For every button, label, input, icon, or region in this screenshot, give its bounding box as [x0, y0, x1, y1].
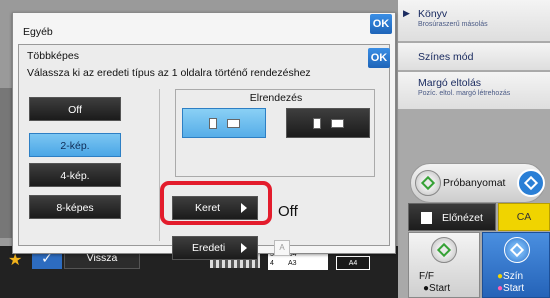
layout-landscape-button[interactable] — [286, 108, 370, 138]
start-diamond-icon — [431, 237, 457, 263]
option-off[interactable]: Off — [29, 97, 121, 121]
arrow-right-icon — [241, 243, 247, 253]
page-icon — [331, 119, 344, 128]
right-item-label: Margó eltolás — [418, 77, 482, 89]
right-item-sub: Brosúraszerű másolás — [418, 21, 488, 28]
right-item-color-mode[interactable]: Színes mód — [398, 43, 550, 71]
arrow-right-icon — [241, 203, 247, 213]
layout-group: Elrendezés — [175, 89, 375, 177]
document-icon — [421, 212, 432, 224]
bw-start-line1: F/F — [419, 271, 434, 282]
page-icon — [313, 118, 321, 129]
right-item-sub: Pozíc. eltol. margó létrehozás — [418, 90, 511, 97]
right-item-label: Könyv — [418, 8, 448, 20]
original-button[interactable]: Eredeti — [172, 236, 258, 260]
original-orientation-icon: A — [274, 240, 290, 256]
option-8-up[interactable]: 8-képes — [29, 195, 121, 219]
color-start-button[interactable]: ●Szín ●Start — [482, 232, 550, 298]
border-label: Keret — [195, 202, 221, 214]
proof-print-button[interactable]: Próbanyomat — [410, 163, 545, 203]
tray-size: A3 — [288, 260, 297, 267]
color-start-line2: ●Start — [497, 283, 525, 294]
preview-label: Előnézet — [442, 212, 483, 224]
ok-button[interactable]: OK — [368, 48, 390, 68]
paper-size-indicator: A4 — [336, 256, 370, 270]
right-item-label: Színes mód — [418, 51, 474, 63]
tray-number: 4 — [270, 260, 274, 267]
preview-button[interactable]: Előnézet — [408, 203, 496, 231]
start-diamond-icon — [415, 170, 441, 196]
page-icon — [227, 119, 240, 128]
color-start-diamond-icon — [517, 169, 545, 197]
ok-button[interactable]: OK — [370, 14, 392, 34]
option-2-up[interactable]: 2-kép. — [29, 133, 121, 157]
option-4-up[interactable]: 4-kép. — [29, 163, 121, 187]
start-diamond-icon — [504, 237, 530, 263]
dialog-title: Többképes — [27, 50, 79, 62]
bw-start-button[interactable]: F/F ●Start — [408, 232, 480, 298]
bw-start-line2: ●Start — [423, 283, 451, 294]
right-item-book[interactable]: ▶ Könyv Brosúraszerű másolás — [398, 0, 550, 42]
page-icon — [209, 118, 217, 129]
border-value: Off — [278, 203, 298, 220]
proof-print-label: Próbanyomat — [443, 177, 506, 189]
right-item-margin-shift[interactable]: Margó eltolás Pozíc. eltol. margó létreh… — [398, 72, 550, 110]
clear-all-button[interactable]: CA — [498, 203, 550, 231]
dialog-subtitle: Válassza ki az eredeti típus az 1 oldalr… — [27, 67, 311, 79]
border-button[interactable]: Keret — [172, 196, 258, 220]
play-arrow-icon: ▶ — [403, 8, 410, 18]
dialog-title: Egyéb — [23, 26, 53, 38]
layout-title: Elrendezés — [249, 92, 303, 104]
color-start-line1: ●Szín — [497, 271, 524, 282]
original-label: Eredeti — [192, 242, 226, 254]
layout-portrait-button[interactable] — [182, 108, 266, 138]
